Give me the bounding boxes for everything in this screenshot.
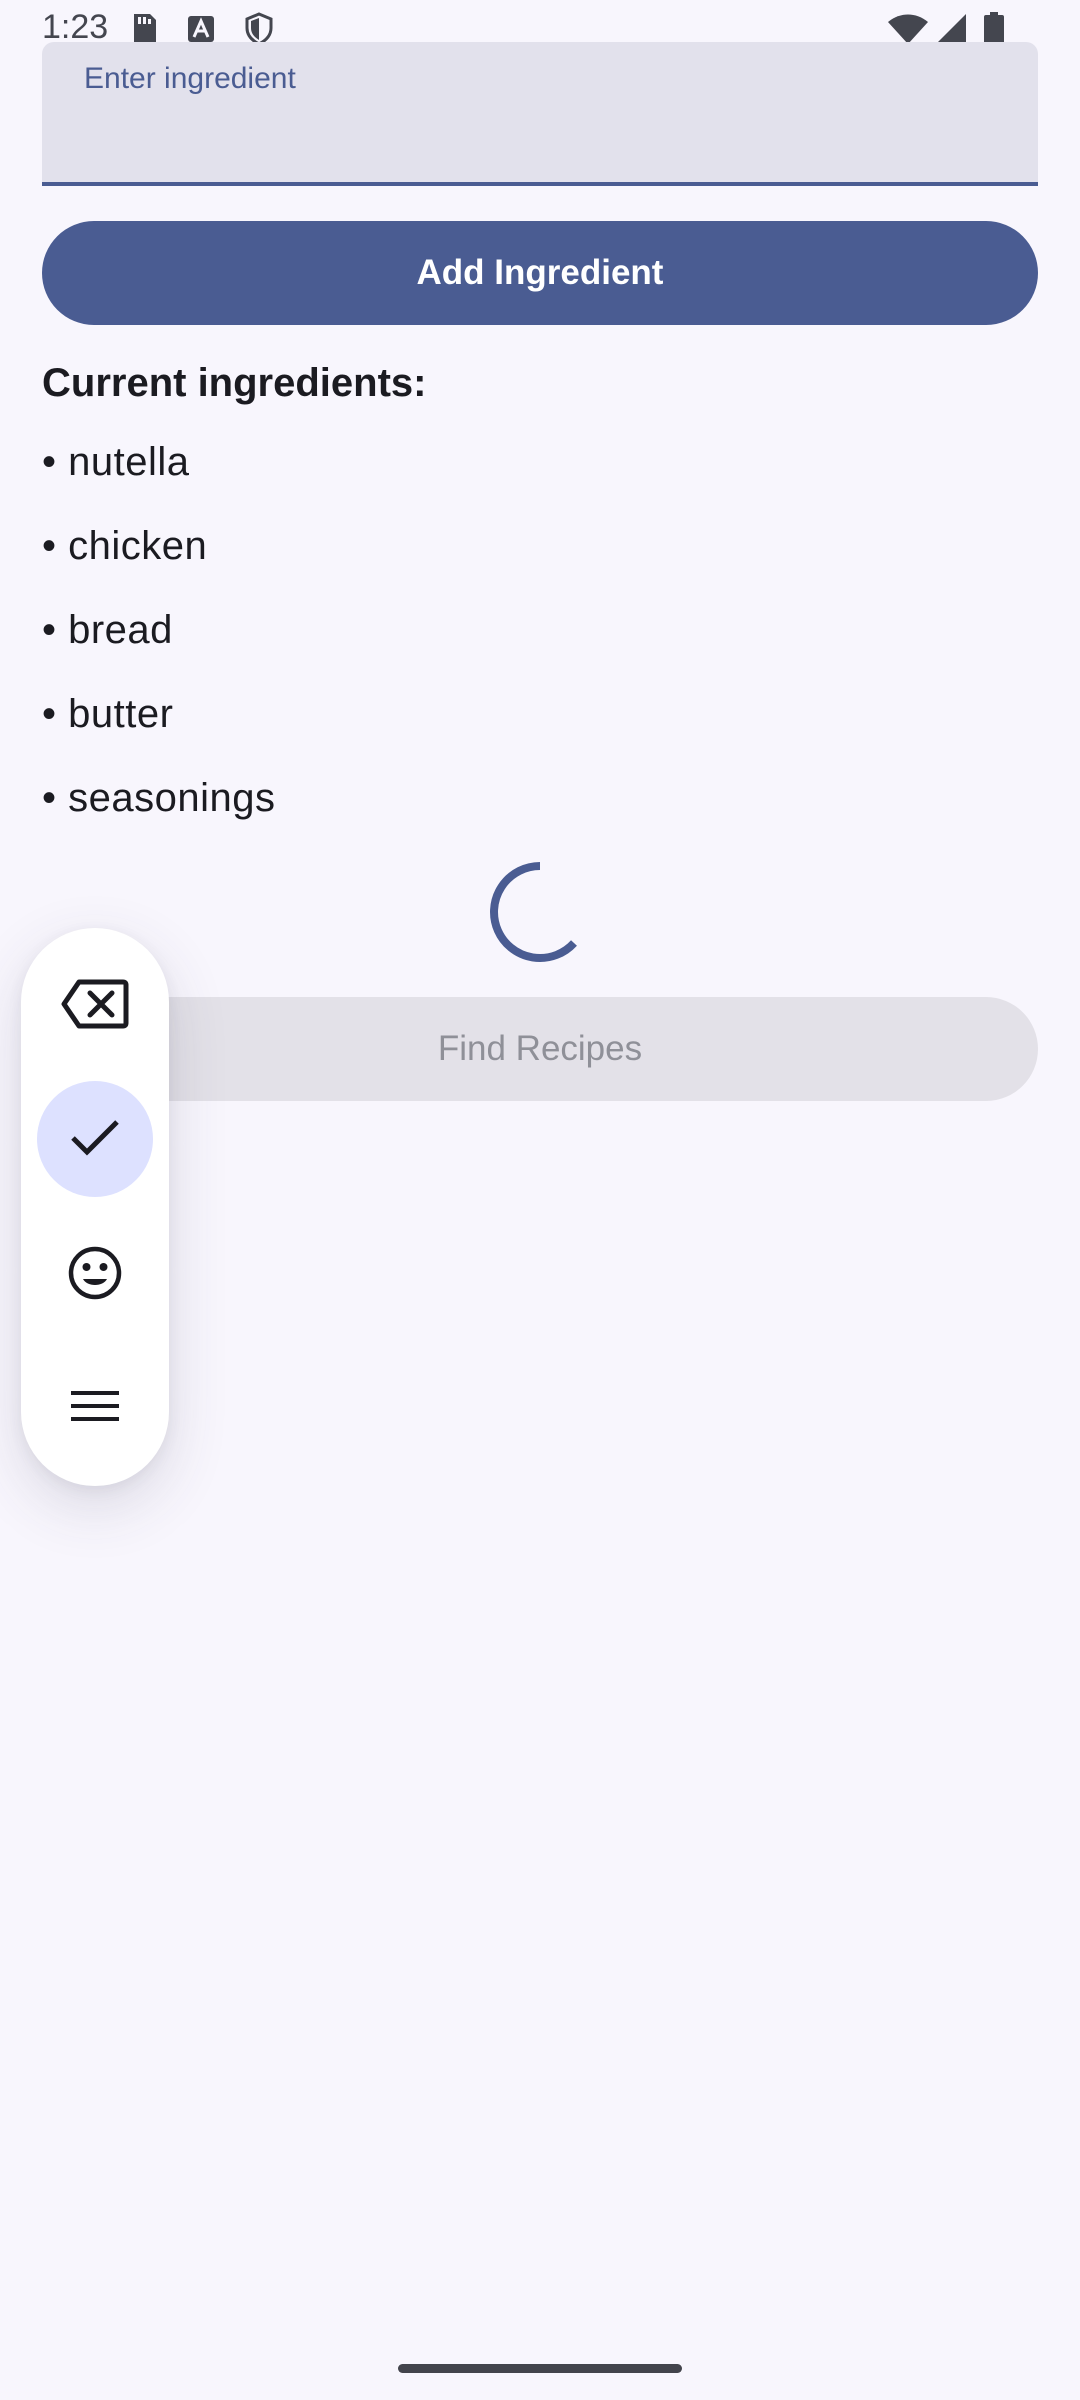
ingredient-input[interactable]: Enter ingredient xyxy=(42,42,1038,186)
check-button[interactable] xyxy=(37,1081,153,1197)
home-indicator[interactable] xyxy=(398,2364,682,2373)
floating-toolbar xyxy=(21,928,169,1486)
ingredient-input-label: Enter ingredient xyxy=(84,62,296,95)
add-ingredient-button[interactable]: Add Ingredient xyxy=(42,221,1038,325)
ingredient-list: • nutella • chicken • bread • butter • s… xyxy=(42,440,275,860)
emoji-icon xyxy=(67,1245,123,1306)
current-ingredients-heading: Current ingredients: xyxy=(42,361,427,405)
list-item: • nutella xyxy=(42,440,190,484)
add-ingredient-button-label: Add Ingredient xyxy=(416,253,664,292)
list-item: • chicken xyxy=(42,524,208,568)
backspace-icon xyxy=(61,978,129,1035)
backspace-button[interactable] xyxy=(37,948,153,1064)
loading-spinner-icon xyxy=(486,858,594,966)
find-recipes-button-label: Find Recipes xyxy=(437,1029,643,1068)
find-recipes-button[interactable]: Find Recipes xyxy=(42,997,1038,1101)
emoji-button[interactable] xyxy=(37,1217,153,1333)
check-icon xyxy=(69,1117,121,1162)
list-item: • seasonings xyxy=(42,776,276,820)
menu-button[interactable] xyxy=(37,1350,153,1466)
list-item: • butter xyxy=(42,692,174,736)
list-item: • bread xyxy=(42,608,173,652)
menu-icon xyxy=(70,1388,120,1429)
